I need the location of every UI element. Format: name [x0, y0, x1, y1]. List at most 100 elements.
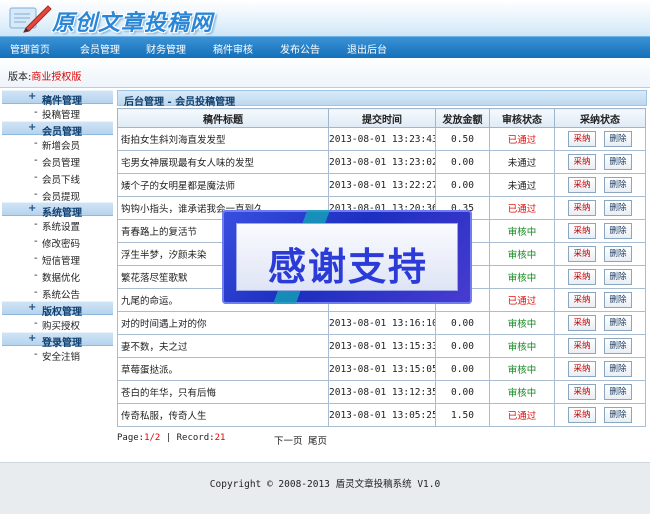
sidebar-group-license[interactable]: + 版权管理 [2, 300, 113, 318]
accept-button[interactable]: 采纳 [568, 131, 596, 147]
sidebar-item-submissions[interactable]: - 投稿管理 [2, 104, 113, 121]
site-logo: 原创文章投稿网 [4, 2, 264, 36]
cell-actions: 采纳 删除 [554, 334, 646, 358]
cell-status: 审核中 [489, 311, 555, 335]
sidebar-item-password[interactable]: - 修改密码 [2, 233, 113, 250]
nav-item-logout[interactable]: 退出后台 [347, 41, 387, 56]
version-value: 商业授权版 [31, 72, 82, 83]
table-row: 宅男女神展现最有女人味的发型 2013-08-01 13:23:02 0.00 未通过… [117, 150, 646, 174]
delete-button[interactable]: 删除 [604, 246, 632, 262]
sidebar-item-label: 购买授权 [42, 320, 81, 332]
table-row: 街拍女生斜刘海直发发型 2013-08-01 13:23:43 0.50 已通过 采纳删… [117, 127, 646, 151]
sidebar-item-member-downline[interactable]: - 会员下线 [2, 169, 113, 186]
cell-time: 2013-08-01 13:23:02 [328, 150, 436, 174]
dash-icon: - [34, 137, 38, 149]
cell-status: 审核中 [489, 334, 555, 358]
next-page-link[interactable]: 下一页 [274, 433, 303, 447]
sidebar-item-manage-members[interactable]: - 会员管理 [2, 152, 113, 169]
sidebar-item-label: 会员下线 [42, 174, 81, 186]
cell-time: 2013-08-01 13:22:27 [328, 173, 436, 197]
accept-button[interactable]: 采纳 [568, 246, 596, 262]
sidebar-item-label: 安全注销 [42, 351, 81, 363]
cell-title[interactable]: 矮个子的女明星都是魔法师 [117, 173, 329, 197]
accept-button[interactable]: 采纳 [568, 315, 596, 331]
delete-button[interactable]: 删除 [604, 177, 632, 193]
sidebar-item-safe-logout[interactable]: - 安全注销 [2, 346, 113, 363]
sidebar-item-withdraw[interactable]: - 会员提现 [2, 186, 113, 203]
copyright-text: Copyright © 2008-2013 盾灵文章投稿系统 V1.0 [209, 479, 441, 490]
accept-button[interactable]: 采纳 [568, 384, 596, 400]
record-label: Record: [176, 433, 215, 443]
cell-actions: 采纳 删除 [554, 311, 646, 335]
delete-button[interactable]: 删除 [604, 361, 632, 377]
sidebar-item-label: 数据优化 [42, 273, 81, 285]
sidebar-item-optimize[interactable]: - 数据优化 [2, 267, 113, 284]
sidebar-item-label: 系统设置 [42, 222, 81, 234]
thanks-banner: 感谢支持 [222, 210, 472, 304]
cell-actions: 采纳 删除 [554, 380, 646, 404]
accept-button[interactable]: 采纳 [568, 200, 596, 216]
expand-icon: + [28, 121, 37, 133]
accept-button[interactable]: 采纳 [568, 292, 596, 308]
cell-title[interactable]: 宅男女神展现最有女人味的发型 [117, 150, 329, 174]
cell-actions: 采纳 删除 [554, 219, 646, 243]
cell-title[interactable]: 苍白的年华，只有后悔 [117, 380, 329, 404]
sidebar-item-buy-license[interactable]: - 购买授权 [2, 315, 113, 332]
accept-button[interactable]: 采纳 [568, 361, 596, 377]
sidebar-group-login[interactable]: + 登录管理 [2, 331, 113, 349]
cell-status: 审核中 [489, 219, 555, 243]
table-header-row: 稿件标题 提交时间 发放金额 审核状态 采纳状态 [117, 108, 646, 128]
delete-button[interactable]: 删除 [604, 200, 632, 216]
nav-item-members[interactable]: 会员管理 [80, 41, 120, 56]
sidebar-item-settings[interactable]: - 系统设置 [2, 216, 113, 233]
delete-button[interactable]: 删除 [604, 223, 632, 239]
delete-button[interactable]: 删除 [604, 131, 632, 147]
sidebar-item-notice[interactable]: - 系统公告 [2, 284, 113, 301]
cell-actions: 采纳 删除 [554, 150, 646, 174]
sidebar-group-system[interactable]: + 系统管理 [2, 202, 113, 219]
accept-button[interactable]: 采纳 [568, 269, 596, 285]
dash-icon: - [34, 270, 38, 282]
delete-button[interactable]: 删除 [604, 338, 632, 354]
banner-text: 感谢支持 [267, 245, 428, 289]
delete-button[interactable]: 删除 [604, 407, 632, 423]
nav-item-announce[interactable]: 发布公告 [280, 41, 320, 56]
sidebar-group-articles[interactable]: + 稿件管理 [2, 90, 113, 107]
cell-title[interactable]: 传奇私服，传奇人生 [117, 403, 329, 427]
cell-title[interactable]: 妻不数，夫之过 [117, 334, 329, 358]
nav-item-review[interactable]: 稿件审核 [213, 41, 253, 56]
delete-button[interactable]: 删除 [604, 292, 632, 308]
cell-time: 2013-08-01 13:12:35 [328, 380, 436, 404]
banner-inner: 感谢支持 [236, 223, 458, 291]
cell-title[interactable]: 对的时间遇上对的你 [117, 311, 329, 335]
cell-status: 未通过 [489, 150, 555, 174]
delete-button[interactable]: 删除 [604, 269, 632, 285]
cell-title[interactable]: 街拍女生斜刘海直发发型 [117, 127, 329, 151]
nav-item-finance[interactable]: 财务管理 [146, 41, 186, 56]
cell-title[interactable]: 草莓蛋挞派。 [117, 357, 329, 381]
delete-button[interactable]: 删除 [604, 154, 632, 170]
sidebar-item-sms[interactable]: - 短信管理 [2, 250, 113, 267]
cell-status: 已通过 [489, 403, 555, 427]
accept-button[interactable]: 采纳 [568, 223, 596, 239]
accept-button[interactable]: 采纳 [568, 154, 596, 170]
sidebar-group-members[interactable]: + 会员管理 [2, 120, 113, 138]
dash-icon: - [34, 188, 38, 200]
last-page-link[interactable]: 尾页 [308, 433, 327, 447]
sidebar-item-add-member[interactable]: - 新增会员 [2, 135, 113, 152]
accept-button[interactable]: 采纳 [568, 407, 596, 423]
cell-amount: 0.00 [435, 311, 490, 335]
cell-status: 审核中 [489, 357, 555, 381]
accept-button[interactable]: 采纳 [568, 177, 596, 193]
sidebar-item-label: 修改密码 [42, 239, 81, 251]
cell-status: 已通过 [489, 127, 555, 151]
accept-button[interactable]: 采纳 [568, 338, 596, 354]
dash-icon: - [34, 219, 38, 231]
panel-header: 后台管理 - 会员投稿管理 [117, 90, 647, 108]
nav-item-home[interactable]: 管理首页 [10, 41, 50, 56]
cell-status: 未通过 [489, 173, 555, 197]
delete-button[interactable]: 删除 [604, 384, 632, 400]
delete-button[interactable]: 删除 [604, 315, 632, 331]
cell-status: 已通过 [489, 196, 555, 220]
table-row: 苍白的年华，只有后悔 2013-08-01 13:12:35 0.00 审核中 采纳 删除 [117, 380, 646, 404]
